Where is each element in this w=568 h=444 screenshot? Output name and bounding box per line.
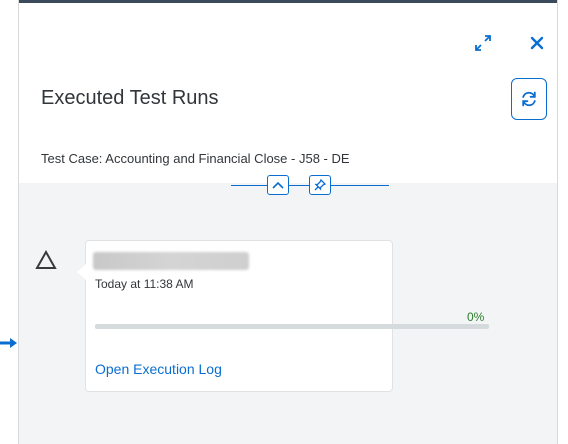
executed-test-runs-dialog: Executed Test Runs Test Case: Accounting… bbox=[18, 0, 558, 444]
arrow-right-icon bbox=[0, 338, 17, 348]
header-divider-middle bbox=[289, 185, 309, 186]
dialog-header: Executed Test Runs Test Case: Accounting… bbox=[19, 3, 557, 183]
refresh-icon bbox=[522, 91, 536, 107]
header-divider-right bbox=[331, 185, 389, 186]
test-case-subtitle: Test Case: Accounting and Financial Clos… bbox=[41, 151, 350, 166]
test-run-name bbox=[93, 252, 249, 270]
pin-icon bbox=[314, 179, 326, 191]
fullscreen-button[interactable] bbox=[471, 31, 495, 55]
refresh-button[interactable] bbox=[511, 78, 547, 120]
background-strip-left bbox=[0, 0, 18, 444]
run-timestamp: Today at 11:38 AM bbox=[95, 277, 194, 291]
chevron-up-icon bbox=[272, 181, 284, 189]
progress-percentage: 0% bbox=[467, 310, 485, 324]
collapse-header-button[interactable] bbox=[267, 175, 289, 195]
dialog-title: Executed Test Runs bbox=[41, 87, 219, 109]
header-divider-left bbox=[231, 185, 267, 186]
fullscreen-icon bbox=[475, 35, 491, 51]
close-icon bbox=[530, 36, 544, 50]
open-execution-log-link[interactable]: Open Execution Log bbox=[95, 361, 222, 377]
card-pointer bbox=[77, 264, 86, 280]
pin-header-button[interactable] bbox=[309, 175, 331, 195]
progress-bar bbox=[95, 324, 489, 329]
warning-triangle-icon bbox=[35, 250, 57, 269]
background-strip-right bbox=[558, 0, 568, 444]
close-button[interactable] bbox=[525, 31, 549, 55]
